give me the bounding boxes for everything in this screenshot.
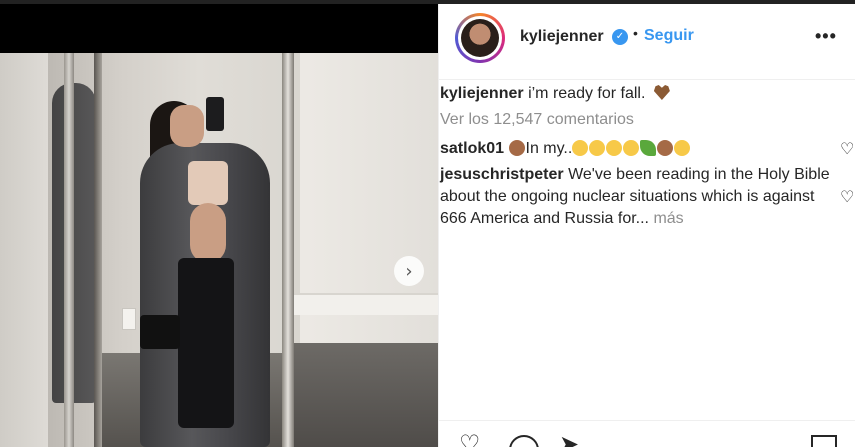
chevron-right-icon: › xyxy=(405,260,413,282)
caption-username[interactable]: kyliejenner xyxy=(440,85,524,102)
caption-text: i’m ready for fall. xyxy=(528,85,646,102)
separator-dot: • xyxy=(633,25,638,41)
avatar[interactable] xyxy=(455,13,505,63)
laughing-face-emoji-icon xyxy=(589,140,606,156)
see-no-evil-monkey-emoji-icon xyxy=(508,140,525,156)
follow-button[interactable]: Seguir xyxy=(644,27,694,45)
share-icon[interactable]: ➤ xyxy=(559,432,579,447)
wall-outlet xyxy=(122,308,136,330)
see-no-evil-monkey-emoji-icon xyxy=(657,140,674,156)
brown-heart-emoji-icon xyxy=(653,85,670,100)
bookmark-icon[interactable] xyxy=(811,435,837,447)
comment-item: jesuschristpeter We've been reading in t… xyxy=(440,164,832,230)
post-username[interactable]: kyliejenner xyxy=(520,28,604,46)
laughing-face-emoji-icon xyxy=(623,140,640,156)
actions-divider xyxy=(439,420,855,421)
more-options-icon[interactable]: ••• xyxy=(815,26,837,47)
comment-text: In my.. xyxy=(525,140,573,157)
seedling-emoji-icon xyxy=(640,140,657,156)
comment-icon[interactable] xyxy=(509,435,539,447)
handbag xyxy=(140,315,180,349)
laughing-face-emoji-icon xyxy=(606,140,623,156)
post-photo xyxy=(0,53,438,447)
view-comments-link[interactable]: Ver los 12,547 comentarios xyxy=(440,111,634,129)
comment-username[interactable]: satlok01 xyxy=(440,140,504,157)
comment-like-icon[interactable]: ♡ xyxy=(840,141,855,157)
halo-face-emoji-icon xyxy=(674,140,691,156)
phone xyxy=(206,97,224,131)
post-header: kyliejenner ✓ • Seguir ••• xyxy=(439,4,855,80)
comment-username[interactable]: jesuschristpeter xyxy=(440,166,564,183)
post-sidebar: kyliejenner ✓ • Seguir ••• kyliejenner i… xyxy=(438,4,855,447)
comment-item: satlok01 In my.. xyxy=(440,138,691,160)
next-image-button[interactable]: › xyxy=(394,256,424,286)
post-media: › xyxy=(0,4,438,447)
like-icon[interactable]: ♡ xyxy=(459,432,481,447)
yum-face-emoji-icon xyxy=(572,140,589,156)
avatar-image xyxy=(461,19,499,57)
post-caption: kyliejenner i’m ready for fall. xyxy=(440,84,670,104)
comment-more-link[interactable]: más xyxy=(653,210,683,227)
verified-badge-icon: ✓ xyxy=(612,29,628,45)
comment-like-icon[interactable]: ♡ xyxy=(840,189,855,205)
